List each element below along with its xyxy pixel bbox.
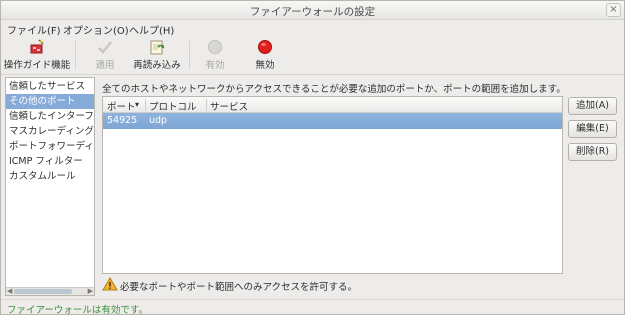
close-button[interactable]: × [606, 3, 621, 17]
window-title: ファイアーウォールの設定 [249, 6, 376, 18]
column-divider [145, 99, 146, 111]
column-service[interactable]: サービス [210, 99, 248, 113]
category-custom-rules[interactable]: カスタムルール [6, 169, 94, 184]
warning-icon [102, 277, 118, 291]
category-trusted-interfaces[interactable]: 信頼したインターフェイス [6, 109, 94, 124]
table-row[interactable]: 54925 udp [103, 113, 562, 129]
scrollbar-thumb[interactable] [14, 289, 72, 294]
title-bar: ファイアーウォールの設定 × [1, 1, 624, 20]
wizard-button[interactable]: 操作ガイド機能 [3, 39, 71, 73]
wizard-icon [29, 39, 45, 55]
disable-label: 無効 [255, 60, 275, 71]
category-masquerading[interactable]: マスカレーディング [6, 124, 94, 139]
category-list: 信頼したサービス その他のポート 信頼したインターフェイス マスカレーディング … [5, 77, 95, 296]
toolbar-separator [75, 41, 76, 69]
ports-table: ポート ▾ プロトコル サービス 54925 udp [102, 96, 563, 274]
column-divider [206, 99, 207, 111]
status-text: ファイアーウォールは有効です。 [7, 305, 148, 316]
menu-options[interactable]: オプション(O) [63, 22, 129, 37]
description-text: 全てのホストやネットワークからアクセスできることが必要な追加のポートか、ポートの… [102, 84, 566, 95]
category-trusted-services[interactable]: 信頼したサービス [6, 79, 94, 94]
disable-icon [257, 39, 273, 55]
enable-label: 有効 [205, 60, 225, 71]
column-port[interactable]: ポート [107, 99, 136, 113]
remove-button[interactable]: 削除(R) [568, 143, 617, 161]
menu-bar: ファイル(F) オプション(O) ヘルプ(H) [1, 20, 624, 37]
warning-text: 必要なポートやポート範囲へのみアクセスを許可する。 [120, 282, 358, 293]
sort-chevron-icon: ▾ [135, 100, 140, 109]
toolbar: 操作ガイド機能 適用 再読み込み 有効 無効 [1, 37, 624, 75]
category-icmp-filter[interactable]: ICMP フィルター [6, 154, 94, 169]
scroll-left-icon[interactable]: ◀ [7, 287, 12, 295]
edit-button[interactable]: 編集(E) [568, 120, 617, 138]
reload-icon [149, 39, 165, 55]
category-other-ports[interactable]: その他のポート [6, 94, 94, 109]
reload-button[interactable]: 再読み込み [129, 39, 185, 73]
toolbar-separator [189, 41, 190, 69]
firewall-settings-window: ファイアーウォールの設定 × ファイル(F) オプション(O) ヘルプ(H) 操… [0, 0, 625, 316]
menu-help[interactable]: ヘルプ(H) [129, 22, 174, 37]
column-protocol[interactable]: プロトコル [149, 99, 197, 113]
wizard-label: 操作ガイド機能 [3, 60, 71, 71]
cell-port: 54925 [107, 115, 138, 126]
enable-icon [207, 39, 223, 55]
apply-label: 適用 [95, 60, 115, 71]
table-header: ポート ▾ プロトコル サービス [103, 97, 562, 113]
disable-button[interactable]: 無効 [247, 39, 283, 73]
status-bar: ファイアーウォールは有効です。 [1, 299, 624, 316]
category-port-forwarding[interactable]: ポートフォワーディング [6, 139, 94, 154]
menu-file[interactable]: ファイル(F) [7, 22, 61, 37]
horizontal-scrollbar[interactable]: ◀ ▶ [6, 287, 94, 295]
scroll-right-icon[interactable]: ▶ [88, 287, 93, 295]
apply-button[interactable]: 適用 [85, 39, 125, 73]
enable-button[interactable]: 有効 [197, 39, 233, 73]
checkmark-icon [97, 39, 113, 55]
reload-label: 再読み込み [133, 60, 181, 71]
cell-protocol: udp [149, 115, 168, 126]
add-button[interactable]: 追加(A) [568, 97, 617, 115]
